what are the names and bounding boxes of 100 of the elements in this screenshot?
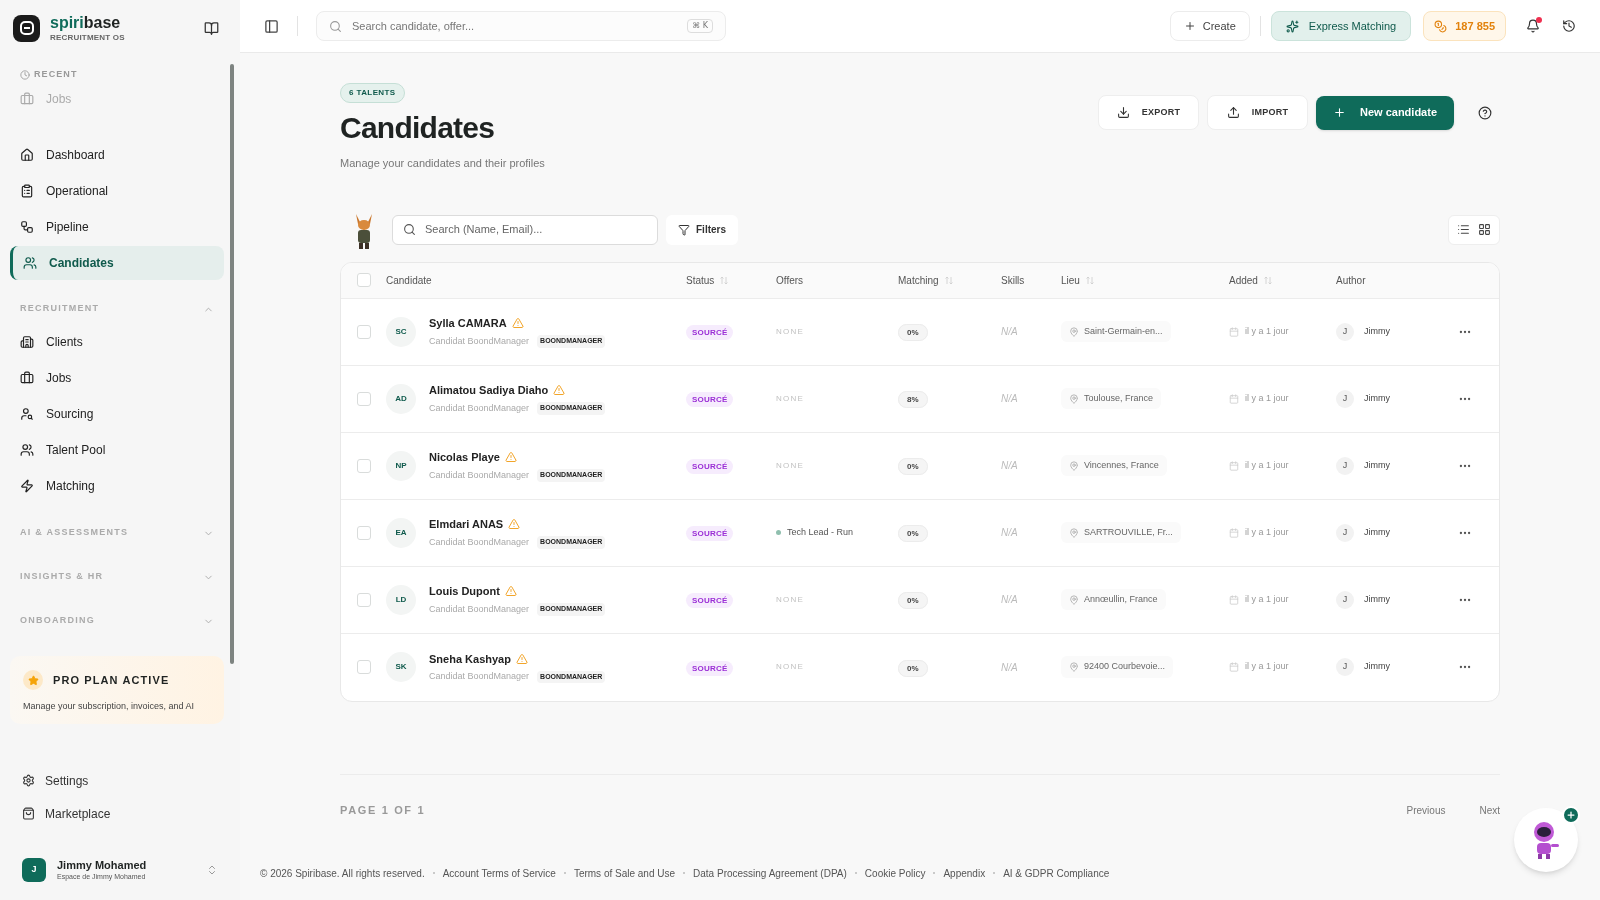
column-header: Offers bbox=[776, 273, 804, 288]
candidate-avatar: LD bbox=[386, 584, 416, 615]
status-badge: SOURCÉ bbox=[686, 526, 734, 541]
footer-link[interactable]: Account Terms of Service bbox=[442, 865, 556, 881]
candidate-avatar: AD bbox=[386, 383, 416, 414]
checkbox[interactable] bbox=[356, 525, 371, 540]
checkbox[interactable] bbox=[356, 660, 371, 674]
candidate-name[interactable]: Louis Dupont bbox=[429, 583, 500, 600]
skills-value: N/A bbox=[1001, 594, 1018, 605]
new-candidate-button[interactable]: New candidate bbox=[1316, 95, 1454, 130]
export-button[interactable]: EXPORT bbox=[1098, 95, 1199, 130]
footer-link[interactable]: Appendix bbox=[943, 865, 986, 881]
candidate-search-field[interactable]: Search (Name, Email)... bbox=[392, 214, 658, 245]
map-pin-icon bbox=[1069, 527, 1079, 538]
nav-icon bbox=[20, 443, 34, 457]
candidate-name[interactable]: Alimatou Sadiya Diaho bbox=[429, 382, 549, 399]
nav-item[interactable]: Matching bbox=[10, 468, 224, 504]
express-matching-button[interactable]: Express Matching bbox=[1270, 11, 1412, 41]
next-button[interactable]: Next bbox=[1467, 797, 1512, 824]
location-chip: 92400 Courbevoie... bbox=[1061, 656, 1174, 678]
page-title: Candidates bbox=[340, 113, 496, 143]
skills-value: N/A bbox=[1001, 393, 1018, 404]
author-avatar: J bbox=[1336, 456, 1354, 475]
checkbox[interactable] bbox=[356, 273, 371, 287]
docs-icon[interactable] bbox=[204, 20, 219, 36]
grid-view-icon[interactable] bbox=[1478, 223, 1491, 236]
empty-offer: NONE bbox=[776, 661, 804, 673]
sidebar-toggle-icon[interactable] bbox=[264, 18, 279, 34]
nav-icon bbox=[22, 807, 35, 820]
footer-link[interactable]: AI & GDPR Compliance bbox=[1003, 865, 1110, 881]
candidate-source: Candidat BoondManager bbox=[429, 670, 530, 683]
plus-icon bbox=[1183, 20, 1196, 32]
plan-card[interactable]: PRO PLAN ACTIVE Manage your subscription, invoices, and AI bbox=[10, 656, 224, 724]
map-pin-icon bbox=[1069, 594, 1079, 605]
nav-item[interactable]: Marketplace bbox=[12, 797, 228, 830]
nav-icon bbox=[22, 774, 35, 787]
nav-item[interactable]: Sourcing bbox=[10, 396, 224, 432]
candidate-name[interactable]: Sylla CAMARA bbox=[429, 315, 507, 332]
column-header: Skills bbox=[1001, 273, 1025, 288]
column-header[interactable]: Lieu bbox=[1061, 272, 1080, 288]
candidate-source: Candidat BoondManager bbox=[429, 468, 530, 482]
author-avatar: J bbox=[1336, 389, 1354, 408]
column-header[interactable]: Added bbox=[1229, 272, 1258, 288]
checkbox[interactable] bbox=[356, 592, 371, 607]
candidate-source: Candidat BoondManager bbox=[429, 401, 530, 415]
history-icon[interactable] bbox=[1562, 19, 1576, 33]
empty-offer: NONE bbox=[776, 593, 804, 606]
footer-link[interactable]: Data Processing Agreement (DPA) bbox=[693, 865, 847, 881]
nav-icon bbox=[20, 371, 34, 385]
matching-score: 0% bbox=[898, 324, 928, 341]
nav-item[interactable]: Clients bbox=[10, 324, 224, 360]
map-pin-icon bbox=[1069, 326, 1079, 337]
author-name: Jimmy bbox=[1364, 324, 1390, 338]
location-chip: Saint-Germain-en... bbox=[1061, 320, 1171, 343]
nav-icon bbox=[20, 220, 34, 234]
user-avatar: J bbox=[22, 858, 46, 882]
location-chip: Vincennes, France bbox=[1061, 454, 1167, 477]
checkbox[interactable] bbox=[356, 391, 371, 406]
footer-link[interactable]: Terms of Sale and Use bbox=[573, 865, 676, 881]
candidate-name[interactable]: Elmdari ANAS bbox=[429, 516, 504, 533]
download-icon bbox=[1116, 106, 1130, 119]
page-subtitle: Manage your candidates and their profiles bbox=[340, 156, 546, 171]
scrollbar[interactable] bbox=[230, 64, 234, 664]
footer-link[interactable]: Cookie Policy bbox=[864, 865, 926, 881]
previous-button[interactable]: Previous bbox=[1394, 797, 1458, 824]
column-header[interactable]: Matching bbox=[898, 272, 939, 288]
notifications-icon[interactable] bbox=[1526, 19, 1540, 33]
skills-value: N/A bbox=[1001, 326, 1018, 337]
nav-item[interactable]: Settings bbox=[12, 764, 228, 797]
filters-button[interactable]: Filters bbox=[666, 214, 738, 245]
nav-icon bbox=[20, 479, 34, 493]
column-header[interactable]: Status bbox=[686, 272, 715, 288]
sparkles-icon bbox=[1285, 19, 1299, 33]
matching-score: 0% bbox=[898, 458, 928, 475]
global-search-field[interactable]: Search candidate, offer... ⌘ K bbox=[316, 11, 726, 41]
nav-item[interactable]: Talent Pool bbox=[10, 432, 224, 468]
help-icon[interactable] bbox=[1478, 105, 1492, 120]
nav-item[interactable]: Jobs bbox=[10, 360, 224, 396]
offer-name[interactable]: Tech Lead - Run bbox=[787, 525, 854, 540]
list-view-icon[interactable] bbox=[1457, 223, 1470, 236]
author-name: Jimmy bbox=[1364, 458, 1390, 472]
checkbox[interactable] bbox=[356, 324, 371, 339]
matching-score: 0% bbox=[898, 592, 928, 609]
brand-tagline: RECRUITMENT OS bbox=[50, 33, 126, 42]
candidate-name[interactable]: Nicolas Playe bbox=[429, 449, 500, 466]
create-button[interactable]: Create bbox=[1169, 11, 1250, 41]
nav-item[interactable]: Pipeline bbox=[10, 210, 224, 244]
candidate-source: Candidat BoondManager bbox=[429, 602, 530, 616]
briefcase-icon bbox=[20, 92, 34, 106]
clock-icon bbox=[20, 70, 30, 80]
checkbox[interactable] bbox=[356, 458, 371, 473]
skills-value: N/A bbox=[1001, 527, 1018, 538]
count-badge: 6 TALENTS bbox=[340, 83, 405, 103]
candidate-name[interactable]: Sneha Kashyap bbox=[429, 650, 511, 667]
assistant-button[interactable] bbox=[1514, 808, 1578, 872]
import-button[interactable]: IMPORT bbox=[1207, 95, 1308, 130]
nav-item[interactable]: Candidates bbox=[10, 246, 224, 280]
nav-item[interactable]: Operational bbox=[10, 174, 224, 208]
nav-item[interactable]: Dashboard bbox=[10, 138, 224, 172]
user-name: Jimmy Mohamed bbox=[57, 858, 148, 873]
